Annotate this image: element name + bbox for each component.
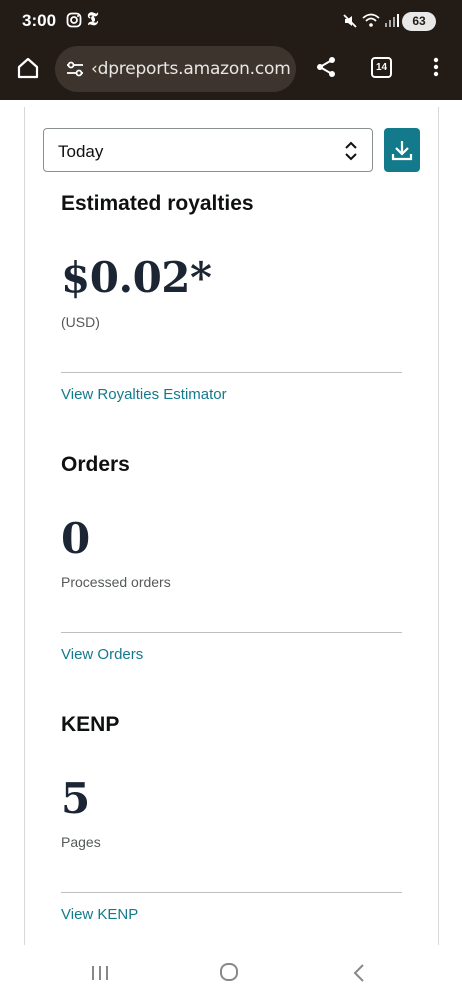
royalties-value: $0.02* [61,253,212,302]
tab-switcher-button[interactable]: 14 [371,57,392,78]
back-icon[interactable] [352,962,366,984]
site-settings-icon[interactable] [65,59,85,79]
divider [61,892,402,893]
divider [61,632,402,633]
recent-apps-icon[interactable] [90,963,110,983]
download-icon [391,141,413,161]
kenp-value: 5 [61,774,90,823]
browser-toolbar: ‹dpreports.amazon.com 14 [0,44,462,100]
orders-value: 0 [61,514,90,563]
view-kenp-link[interactable]: View KENP [61,906,138,923]
view-orders-link[interactable]: View Orders [61,646,143,663]
browser-chrome: 3:00 𝕿 63 ‹dpreports.amazon.com 14 [0,0,462,100]
divider [61,372,402,373]
orders-title: Orders [61,453,130,476]
chevron-updown-icon [344,139,358,163]
orders-label: Processed orders [61,574,171,590]
nyt-icon: 𝕿 [87,9,99,30]
royalties-currency: (USD) [61,314,100,330]
status-time: 3:00 [22,11,57,30]
date-range-value: Today [58,142,104,161]
address-bar[interactable]: ‹dpreports.amazon.com [55,46,296,92]
instagram-icon [66,12,82,33]
wifi-icon [362,13,380,33]
view-royalties-estimator-link[interactable]: View Royalties Estimator [61,386,227,403]
kenp-title: KENP [61,713,120,736]
kenp-label: Pages [61,834,101,850]
date-range-select[interactable]: Today [43,128,373,172]
share-icon[interactable] [314,55,338,79]
royalties-title: Estimated royalties [61,192,254,215]
mute-icon [342,13,358,34]
battery-icon: 63 [402,12,436,31]
url-text[interactable]: ‹dpreports.amazon.com [91,59,291,79]
signal-icon [384,13,400,33]
home-icon[interactable] [16,56,40,80]
download-button[interactable] [384,128,420,172]
home-nav-icon[interactable] [219,962,239,982]
system-nav-bar [0,945,462,1000]
more-vert-icon[interactable] [426,55,446,79]
status-bar: 3:00 𝕿 63 [0,0,462,44]
